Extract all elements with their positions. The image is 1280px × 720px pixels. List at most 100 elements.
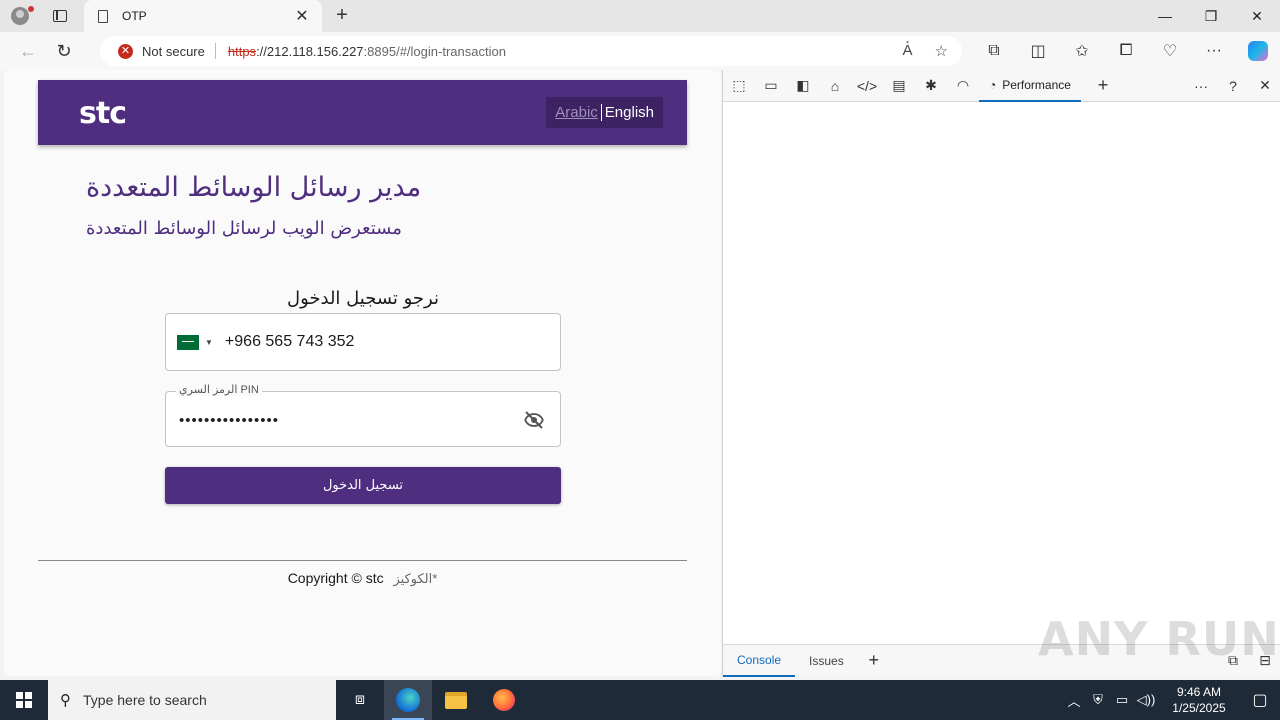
close-window-button[interactable]: ✕ <box>1234 0 1280 32</box>
saudi-flag-icon[interactable] <box>177 334 199 350</box>
clock-date: 1/25/2025 <box>1172 701 1226 715</box>
drawer-tab-console[interactable]: Console <box>723 645 796 677</box>
task-view-button[interactable]: ⧈ <box>336 680 384 720</box>
inspect-element-icon[interactable]: ⬚ <box>723 70 755 102</box>
search-icon: ⚲ <box>60 692 71 709</box>
lang-english-link[interactable]: English <box>602 104 654 121</box>
drawer-tab-issues[interactable]: Issues <box>795 645 858 677</box>
extensions-icon[interactable]: ⧉ <box>972 33 1016 69</box>
profile-avatar-icon <box>11 7 29 25</box>
page-icon <box>98 9 108 23</box>
collections-icon[interactable]: ⧠ <box>1104 33 1148 69</box>
add-tool-icon[interactable]: + <box>1087 70 1119 102</box>
country-dropdown-icon[interactable]: ▼ <box>205 338 213 347</box>
phone-value[interactable]: +966 565 743 352 <box>225 333 354 351</box>
clock[interactable]: 9:46 AM 1/25/2025 <box>1158 684 1240 716</box>
taskbar-search[interactable]: ⚲ Type here to search <box>48 680 336 720</box>
welcome-home-icon[interactable]: ⌂ <box>819 70 851 102</box>
favorites-icon[interactable]: ✩ <box>1060 33 1104 69</box>
favorite-star-icon[interactable]: ☆ <box>935 42 948 60</box>
url-host: ://212.118.156.227 <box>256 43 364 59</box>
copyright-text: Copyright © stc <box>287 570 384 586</box>
performance-gauge-icon: ◔ <box>989 77 997 92</box>
help-icon[interactable]: ? <box>1217 70 1249 102</box>
more-menu-icon[interactable]: ··· <box>1192 33 1236 69</box>
address-bar-row: ← ↻ ✕ Not secure https ://212.118.156.22… <box>0 32 1280 70</box>
taskbar-firefox[interactable] <box>480 680 528 720</box>
system-tray: ︿ ⛨ ▭ ◁)) 9:46 AM 1/25/2025 ▢ <box>1062 680 1280 720</box>
stc-logo: stc <box>79 96 127 131</box>
back-button[interactable]: ← <box>10 33 46 69</box>
tab-title: OTP <box>122 9 147 23</box>
url-port: :8895 <box>363 43 397 59</box>
security-label[interactable]: Not secure <box>142 44 205 59</box>
search-placeholder: Type here to search <box>83 692 207 708</box>
tab-actions-icon <box>53 10 67 22</box>
site-header: stc Arabic English <box>38 80 687 145</box>
tab-close-button[interactable]: ✕ <box>292 6 312 26</box>
eye-off-icon[interactable] <box>522 408 546 432</box>
console-icon[interactable]: ▤ <box>883 70 915 102</box>
devtools-more-icon[interactable]: ··· <box>1185 70 1217 102</box>
restore-button[interactable]: ❐ <box>1188 0 1234 32</box>
copilot-icon <box>1248 41 1268 61</box>
refresh-button[interactable]: ↻ <box>46 33 82 69</box>
login-prompt: نرجو تسجيل الدخول <box>287 288 439 309</box>
page-subtitle: مستعرض الويب لرسائل الوسائط المتعددة <box>86 218 402 239</box>
taskbar-file-explorer[interactable] <box>432 680 480 720</box>
anyrun-watermark: ANY RUN <box>1038 612 1280 666</box>
taskbar-edge[interactable] <box>384 680 432 720</box>
start-button[interactable] <box>0 680 48 720</box>
volume-icon[interactable]: ◁)) <box>1134 692 1158 708</box>
web-content: stc Arabic English مدير رسائل الوسائط ال… <box>4 70 721 676</box>
split-screen-icon[interactable]: ◫ <box>1016 33 1060 69</box>
minimize-button[interactable]: — <box>1142 0 1188 32</box>
clock-time: 9:46 AM <box>1176 685 1222 699</box>
url-input[interactable]: ✕ Not secure https ://212.118.156.227 :8… <box>100 36 962 66</box>
tab-actions-button[interactable] <box>40 0 80 32</box>
security-tray-icon[interactable]: ⛨ <box>1086 692 1110 708</box>
pin-value[interactable]: •••••••••••••••• <box>179 412 279 429</box>
url-path: /#/login-transaction <box>396 43 506 59</box>
devtools-close-icon[interactable]: ✕ <box>1249 70 1280 102</box>
elements-icon[interactable]: </> <box>851 70 883 102</box>
refresh-icon: ↻ <box>56 40 72 61</box>
new-tab-button[interactable]: + <box>330 4 354 28</box>
cookies-link[interactable]: الكوكيز* <box>393 571 437 586</box>
footer-divider <box>38 560 687 561</box>
browser-essentials-icon[interactable]: ♡ <box>1148 33 1192 69</box>
show-hidden-icons[interactable]: ︿ <box>1062 691 1086 710</box>
devtools-toolbar: ⬚ ▭ ◧ ⌂ </> ▤ ✱ ◠ ◔ Performance + ··· ? … <box>723 70 1280 102</box>
pin-field[interactable]: الرمز السري PIN •••••••••••••••• <box>165 383 561 447</box>
browser-tab-otp[interactable]: OTP ✕ <box>84 0 322 32</box>
pin-label: الرمز السري PIN <box>176 383 262 396</box>
taskbar: ⚲ Type here to search ⧈ ︿ ⛨ ▭ ◁)) 9:46 A… <box>0 680 1280 720</box>
language-switch: Arabic English <box>546 97 663 128</box>
page-title: مدير رسائل الوسائط المتعددة <box>86 172 422 203</box>
footer: Copyright © stc الكوكيز* <box>38 570 687 587</box>
notification-center-icon[interactable]: ▢ <box>1240 680 1280 720</box>
read-aloud-icon[interactable]: A᷾ <box>903 42 913 60</box>
login-button[interactable]: تسجيل الدخول <box>165 467 561 504</box>
network-wifi-icon[interactable]: ◠ <box>947 70 979 102</box>
devtools-panel: ⬚ ▭ ◧ ⌂ </> ▤ ✱ ◠ ◔ Performance + ··· ? … <box>722 70 1280 677</box>
device-emulation-icon[interactable]: ▭ <box>755 70 787 102</box>
not-secure-icon[interactable]: ✕ <box>118 43 133 59</box>
sources-bug-icon[interactable]: ✱ <box>915 70 947 102</box>
back-arrow-icon: ← <box>19 40 37 61</box>
url-scheme: https <box>227 43 257 59</box>
copilot-button[interactable] <box>1236 33 1280 69</box>
lang-arabic-link[interactable]: Arabic <box>555 104 602 121</box>
profile-button[interactable] <box>0 0 40 32</box>
folder-icon <box>445 691 467 709</box>
phone-field[interactable]: ▼ +966 565 743 352 <box>165 313 561 371</box>
firefox-icon <box>493 689 515 711</box>
edge-icon <box>396 688 420 712</box>
tab-performance[interactable]: ◔ Performance <box>979 70 1081 102</box>
add-drawer-tool-icon[interactable]: + <box>858 645 890 677</box>
windows-logo-icon <box>16 692 32 708</box>
performance-tab-label: Performance <box>1002 77 1071 92</box>
dock-side-icon[interactable]: ◧ <box>787 70 819 102</box>
network-icon[interactable]: ▭ <box>1110 692 1134 708</box>
profile-notification-dot <box>28 6 34 12</box>
